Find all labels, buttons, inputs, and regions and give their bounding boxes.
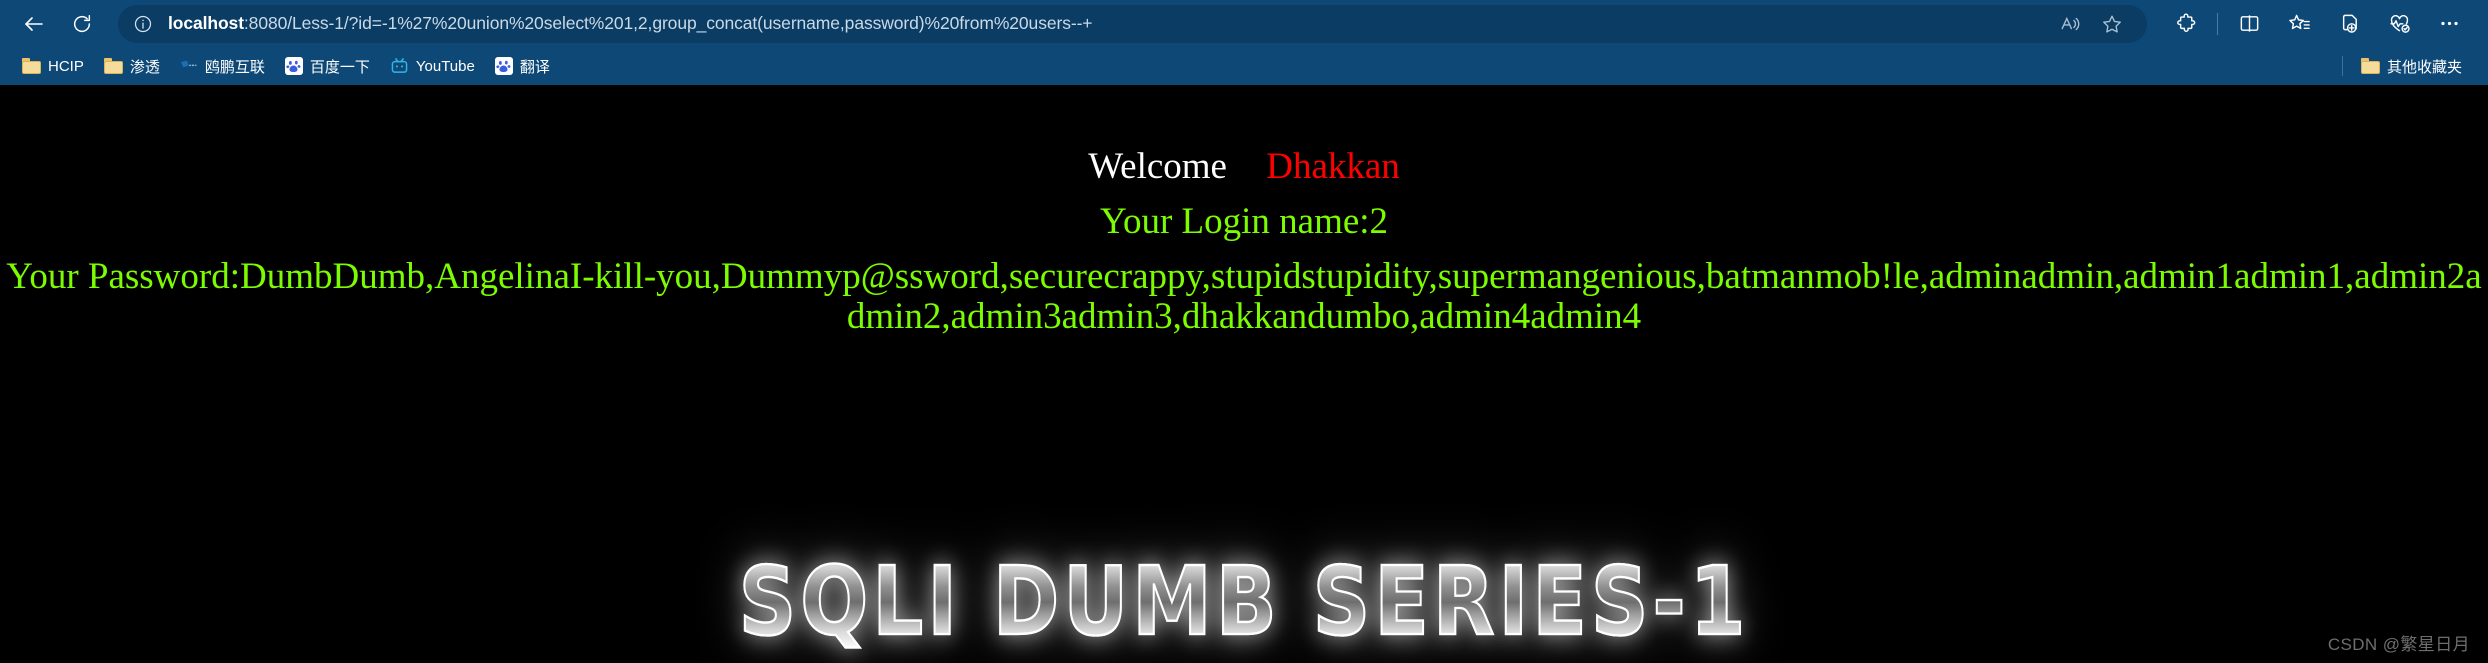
welcome-heading: Welcome Dhakkan [0, 147, 2488, 186]
baidu-icon [494, 57, 513, 75]
collections-icon[interactable] [2274, 4, 2324, 44]
site-info-icon[interactable] [126, 7, 160, 41]
address-bar-actions [2049, 7, 2133, 41]
back-arrow-icon [22, 12, 46, 36]
extensions-icon[interactable] [2161, 4, 2211, 44]
refresh-button[interactable] [58, 4, 106, 44]
welcome-label: Welcome [1088, 146, 1227, 187]
bookmark-shentou[interactable]: 渗透 [96, 52, 168, 80]
bookmark-baidu[interactable]: 百度一下 [277, 52, 378, 80]
split-screen-icon[interactable] [2224, 4, 2274, 44]
bookmark-label: 鸥鹏互联 [204, 58, 265, 76]
bookmark-fanyi[interactable]: 翻译 [487, 52, 558, 80]
bookmarks-bar: HCIP 渗透 鸥鹏互联 百度一下 YouTube 翻译 其他收藏夹 [0, 47, 2488, 85]
refresh-icon [71, 13, 93, 35]
sqli-logo-text: SQLI DUMB SERIES-1 [738, 546, 1750, 657]
settings-more-icon[interactable] [2424, 4, 2474, 44]
bookmark-youtube[interactable]: YouTube [382, 52, 483, 80]
bookmark-hcip[interactable]: HCIP [14, 52, 92, 80]
bookmark-label: 翻译 [519, 58, 550, 76]
address-bar-url: localhost:8080/Less-1/?id=-1%27%20union%… [168, 13, 1092, 34]
bookmarks-divider [2341, 56, 2343, 76]
bookmark-label: 其他收藏夹 [2386, 58, 2462, 76]
toolbar-right-actions [2161, 4, 2474, 44]
address-bar[interactable]: localhost:8080/Less-1/?id=-1%27%20union%… [118, 4, 2147, 43]
url-path: :8080/Less-1/?id=-1%27%20union%20select%… [243, 13, 1093, 33]
add-favorite-icon[interactable] [2091, 7, 2133, 41]
site-icon [180, 58, 198, 74]
browser-essentials-icon[interactable] [2324, 4, 2374, 44]
login-name-line: Your Login name:2 [1099, 201, 1389, 243]
bookmark-other-favorites[interactable]: 其他收藏夹 [2353, 52, 2470, 80]
folder-icon [2360, 58, 2380, 74]
url-host: localhost [168, 13, 244, 33]
tv-icon [390, 57, 409, 75]
bookmark-oupeng[interactable]: 鸥鹏互联 [172, 52, 273, 80]
bookmark-label: YouTube [415, 57, 475, 75]
bookmark-label: HCIP [48, 57, 84, 75]
csdn-watermark: CSDN @繁星日月 [2327, 635, 2470, 654]
folder-icon [103, 58, 123, 74]
page-content: Welcome Dhakkan Your Login name:2 Your P… [0, 85, 2488, 663]
read-aloud-icon[interactable] [2049, 7, 2091, 41]
folder-icon [22, 58, 41, 74]
password-line: Your Password:DumbDumb,AngelinaI-kill-yo… [6, 256, 2482, 337]
sqli-logo: SQLI DUMB SERIES-1 [0, 553, 2488, 650]
performance-icon[interactable] [2374, 4, 2424, 44]
toolbar-divider [2217, 12, 2218, 35]
welcome-username: Dhakkan [1266, 146, 1400, 187]
browser-chrome: localhost:8080/Less-1/?id=-1%27%20union%… [0, 0, 2488, 85]
bookmark-label: 渗透 [129, 58, 160, 76]
baidu-icon [284, 57, 303, 75]
bookmark-label: 百度一下 [309, 58, 370, 76]
back-button[interactable] [10, 4, 58, 44]
browser-toolbar: localhost:8080/Less-1/?id=-1%27%20union%… [0, 0, 2488, 47]
